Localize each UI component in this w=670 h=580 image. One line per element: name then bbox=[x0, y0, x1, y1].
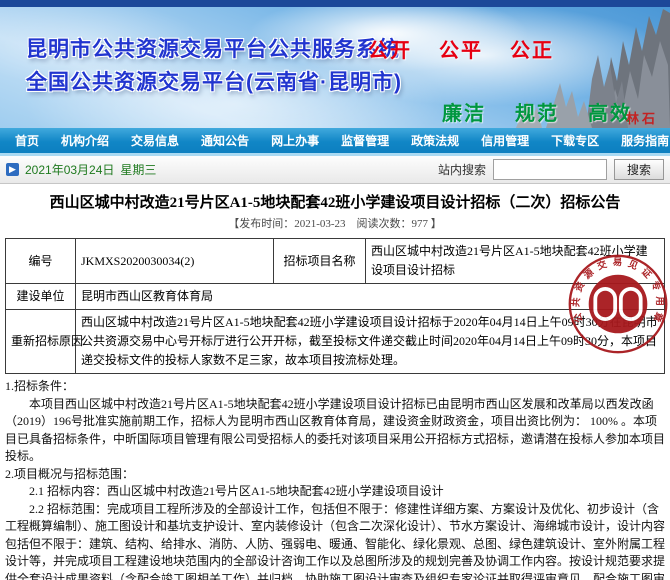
site-banner: 昆明市公共资源交易平台公共服务系统 全国公共资源交易平台(云南省·昆明市) 公开… bbox=[0, 7, 670, 128]
nav-item-org-intro[interactable]: 机构介绍 bbox=[50, 132, 120, 149]
current-weekday: 星期三 bbox=[120, 161, 156, 178]
label-owner-unit: 建设单位 bbox=[6, 284, 76, 310]
slogan-open-fair-just: 公开 公平 公正 bbox=[368, 34, 554, 63]
slogan-word: 廉洁 bbox=[442, 97, 486, 126]
current-date: 2021年03月24日 bbox=[25, 161, 114, 178]
label-project-name: 招标项目名称 bbox=[274, 239, 366, 284]
main-nav: 首页 机构介绍 交易信息 通知公告 网上办事 监督管理 政策法规 信用管理 下载… bbox=[0, 128, 670, 156]
section-1-paragraph: 本项目西山区城中村改造21号片区A1-5地块配套42班小学建设项目设计招标已由昆… bbox=[5, 396, 665, 466]
nav-item-service-guide[interactable]: 服务指南 bbox=[610, 132, 670, 149]
label-rebid-reason: 重新招标原因 bbox=[6, 310, 76, 374]
slogan-word: 公开 bbox=[368, 34, 412, 63]
section-2-1-item: 2.1 招标内容：西山区城中村改造21号片区A1-5地块配套42班小学建设项目设… bbox=[5, 483, 665, 501]
nav-item-policies[interactable]: 政策法规 bbox=[400, 132, 470, 149]
site-search-input[interactable] bbox=[493, 159, 607, 180]
nav-item-trade-info[interactable]: 交易信息 bbox=[120, 132, 190, 149]
date-arrow-icon: ▶ bbox=[6, 163, 19, 176]
sub-toolbar: ▶ 2021年03月24日 星期三 站内搜索 搜索 bbox=[0, 156, 670, 184]
trade-center-seal-stamp: 公共资源交易见证专用章 bbox=[566, 252, 670, 356]
section-2-2-item: 2.2 招标范围：完成项目工程所涉及的全部设计工作，包括但不限于：修建性详细方案… bbox=[5, 501, 665, 580]
site-search-label: 站内搜索 bbox=[438, 161, 486, 178]
announcement-title: 西山区城中村改造21号片区A1-5地块配套42班小学建设项目设计招标（二次）招标… bbox=[5, 191, 665, 212]
section-1-heading: 1.招标条件： bbox=[5, 378, 665, 396]
site-titles: 昆明市公共资源交易平台公共服务系统 全国公共资源交易平台(云南省·昆明市) bbox=[26, 33, 402, 99]
nav-item-credit[interactable]: 信用管理 bbox=[470, 132, 540, 149]
nav-item-downloads[interactable]: 下载专区 bbox=[540, 132, 610, 149]
photo-watermark: 林石 bbox=[626, 108, 658, 127]
slogan-word: 规范 bbox=[515, 97, 559, 126]
nav-item-supervision[interactable]: 监督管理 bbox=[330, 132, 400, 149]
seal-inner-disc bbox=[589, 275, 648, 334]
nav-item-home[interactable]: 首页 bbox=[4, 132, 50, 149]
site-title-line2: 全国公共资源交易平台(云南省·昆明市) bbox=[26, 66, 402, 99]
label-number: 编号 bbox=[6, 239, 76, 284]
date-display: ▶ 2021年03月24日 星期三 bbox=[6, 161, 156, 178]
slogan-clean-standard-efficient: 廉洁 规范 高效 bbox=[442, 97, 632, 126]
slogan-word: 公正 bbox=[510, 34, 554, 63]
nav-item-notices[interactable]: 通知公告 bbox=[190, 132, 260, 149]
slogan-word: 公平 bbox=[439, 34, 483, 63]
page: 昆明市公共资源交易平台公共服务系统 全国公共资源交易平台(云南省·昆明市) 公开… bbox=[0, 0, 670, 580]
value-number: JKMXS2020030034(2) bbox=[76, 239, 274, 284]
publish-meta: 【发布时间：2021-03-23 阅读次数：977 】 bbox=[5, 215, 665, 231]
announcement-content: 西山区城中村改造21号片区A1-5地块配套42班小学建设项目设计招标（二次）招标… bbox=[0, 191, 670, 580]
site-title-line1: 昆明市公共资源交易平台公共服务系统 bbox=[26, 33, 402, 66]
section-2-heading: 2.项目概况与招标范围： bbox=[5, 466, 665, 484]
site-search: 站内搜索 搜索 bbox=[438, 159, 664, 180]
top-strip bbox=[0, 0, 670, 7]
announcement-body: 1.招标条件： 本项目西山区城中村改造21号片区A1-5地块配套42班小学建设项… bbox=[5, 378, 665, 580]
site-search-button[interactable]: 搜索 bbox=[614, 159, 664, 180]
nav-item-online-services[interactable]: 网上办事 bbox=[260, 132, 330, 149]
